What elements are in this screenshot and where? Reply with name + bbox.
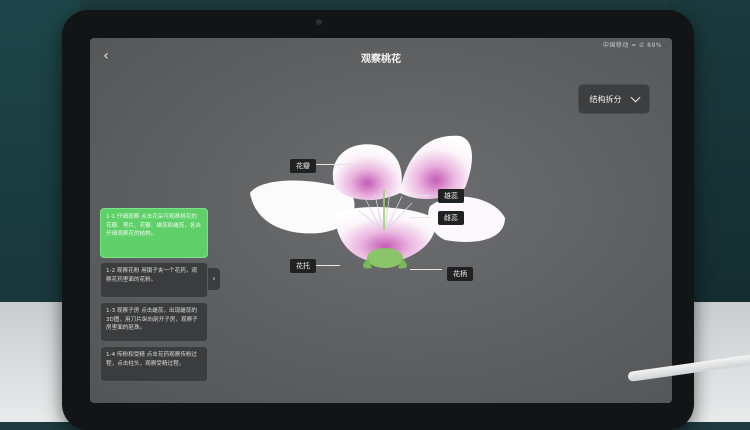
step-item[interactable]: 1-3 观察子房 点击雌蕊，出现雌蕊的3D图，用刀片纵向剖开子房，观察子房里面的…	[100, 302, 208, 342]
dropdown-label: 结构拆分	[589, 94, 622, 104]
step-item[interactable]: 1-4 传粉和受精 点击花药观察传粉过程，点击柱头，观察受精过程。	[100, 346, 208, 382]
page-title: 观察桃花	[361, 54, 401, 65]
camera-icon	[316, 19, 322, 25]
chevron-down-icon	[630, 92, 640, 102]
label-stamen[interactable]: 雄蕊	[438, 189, 464, 203]
step-text: 1-4 传粉和受精 点击花药观察传粉过程，点击柱头，观察受精过程。	[106, 352, 198, 367]
peach-flower-model[interactable]	[240, 118, 530, 278]
structure-dropdown[interactable]: 结构拆分	[578, 84, 650, 114]
label-pistil[interactable]: 雌蕊	[438, 211, 464, 225]
step-text: 1-3 观察子房 点击雌蕊，出现雌蕊的3D图，用刀片纵向剖开子房，观察子房里面的…	[106, 308, 198, 331]
label-receptacle[interactable]: 花托	[290, 259, 316, 273]
step-text: 1-1 仔细观察 点击花朵可观察桃花的花瓣、萼片、花瓣、雄蕊和雌蕊，各自仔细观察…	[106, 214, 202, 237]
panel-collapse-button[interactable]: ‹	[208, 268, 220, 290]
step-item[interactable]: 1-2 观察花粉 用镊子夹一个花药，观察花药里面的花粉。	[100, 262, 208, 298]
status-bar: 中国移动 ≈ ✆ 89%	[602, 42, 662, 49]
label-pedicel[interactable]: 花柄	[447, 267, 473, 281]
steps-panel: 1-1 仔细观察 点击花朵可观察桃花的花瓣、萼片、花瓣、雄蕊和雌蕊，各自仔细观察…	[100, 208, 210, 382]
receptacle[interactable]	[367, 248, 403, 268]
step-item[interactable]: 1-1 仔细观察 点击花朵可观察桃花的花瓣、萼片、花瓣、雄蕊和雌蕊，各自仔细观察…	[100, 208, 208, 258]
step-text: 1-2 观察花粉 用镊子夹一个花药，观察花药里面的花粉。	[106, 268, 198, 283]
chevron-left-icon: ‹	[212, 274, 216, 283]
label-petal[interactable]: 花瓣	[290, 159, 316, 173]
petals[interactable]	[250, 135, 505, 263]
